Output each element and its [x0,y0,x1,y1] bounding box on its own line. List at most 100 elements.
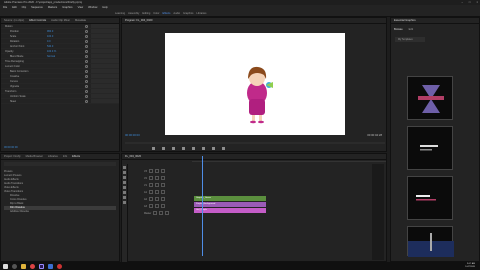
effect-mini-timeline[interactable] [91,34,119,38]
ec-tab[interactable]: Effect Controls [29,18,46,23]
timeline-clip[interactable]: Purple_Background [194,202,266,207]
step-forward-icon[interactable] [192,147,195,150]
premiere-icon[interactable] [39,263,44,269]
effect-property-row[interactable]: Skew [1,99,119,104]
slip-tool-icon[interactable] [123,186,126,189]
keyframe-icon[interactable] [85,34,88,38]
ripple-edit-icon[interactable] [123,176,126,179]
keyframe-icon[interactable] [85,39,88,43]
mute-icon[interactable] [160,204,165,208]
type-tool-icon[interactable] [123,201,126,204]
workspace-tab-editing[interactable]: Editing [142,10,150,17]
project-tab[interactable]: Media Browser [26,154,43,159]
lock-icon[interactable] [148,176,153,180]
lock-icon[interactable] [148,169,153,173]
keyframe-icon[interactable] [85,64,88,68]
keyframe-icon[interactable] [85,29,88,33]
effect-mini-timeline[interactable] [91,54,119,58]
project-tab[interactable]: Effects [72,154,80,159]
keyframe-icon[interactable] [85,44,88,48]
effect-mini-timeline[interactable] [91,64,119,68]
effect-mini-timeline[interactable] [91,79,119,83]
browse-tab[interactable]: Browse [394,28,403,31]
template-thumbnail[interactable] [407,226,454,257]
track-select-icon[interactable] [123,171,126,174]
workspace-tab-audio[interactable]: Audio [173,10,180,17]
timeline-clip[interactable]: Graphic_Green [194,196,266,201]
project-tab[interactable]: Info [63,154,67,159]
keyframe-icon[interactable] [85,69,88,73]
mark-out-icon[interactable] [162,147,165,150]
eye-icon[interactable] [154,169,159,173]
program-tab[interactable]: Program: FL_004_0020 [125,18,152,23]
property-value[interactable]: 100.0 [47,35,53,38]
eye-icon[interactable] [154,176,159,180]
timeline-clip[interactable]: Girl_Purple [194,208,266,213]
track-name[interactable]: V2 [144,177,147,180]
lock-icon[interactable] [148,204,153,208]
property-value[interactable]: 0.0 [47,40,50,43]
track-name[interactable]: V3 [144,170,147,173]
play-icon[interactable] [182,147,185,150]
effect-mini-timeline[interactable] [91,69,119,73]
workspace-tab-learning[interactable]: Learning [115,10,125,17]
effect-controls-timecode[interactable]: 00:00:00:00 [4,146,18,149]
keyframe-icon[interactable] [85,79,88,83]
template-thumbnail[interactable] [407,176,453,220]
eye-icon[interactable] [154,190,159,194]
workspace-tab-assembly[interactable]: Assembly [128,10,139,17]
program-timecode[interactable]: 00:00:00:00 [125,133,140,137]
timeline-tab[interactable]: FL_004_0020 [125,154,141,159]
eye-icon[interactable] [154,183,159,187]
lock-icon[interactable] [148,183,153,187]
keyframe-icon[interactable] [85,59,88,63]
keyframe-icon[interactable] [85,84,88,88]
track-name[interactable]: A1 [144,191,147,194]
effect-mini-timeline[interactable] [91,39,119,43]
pen-tool-icon[interactable] [123,191,126,194]
selection-tool-icon[interactable] [123,166,126,169]
template-thumbnail[interactable] [407,126,453,170]
template-thumbnail[interactable] [407,76,453,120]
edit-tab[interactable]: Edit [409,28,413,31]
track-name[interactable]: V1 [144,184,147,187]
property-value[interactable]: 100.0 % [47,50,56,53]
lock-icon[interactable] [148,197,153,201]
mute-icon[interactable] [160,169,165,173]
ec-tab[interactable]: Audio Clip Mixer [51,18,70,23]
mute-icon[interactable] [160,183,165,187]
mute-icon[interactable] [160,197,165,201]
keyframe-icon[interactable] [85,24,88,28]
app-icon[interactable] [48,263,53,269]
track-name[interactable]: A2 [144,198,147,201]
step-back-icon[interactable] [172,147,175,150]
keyframe-icon[interactable] [85,94,88,98]
time-ruler[interactable] [192,156,386,162]
chrome-icon[interactable] [30,263,35,269]
program-canvas[interactable] [165,33,345,135]
razor-tool-icon[interactable] [123,181,126,184]
system-clock[interactable]: 9:07 AM 10/7/2020 [465,263,475,269]
keyframe-icon[interactable] [85,99,88,103]
ec-tab[interactable]: Metadata [75,18,86,23]
track-name[interactable]: A3 [144,205,147,208]
effect-mini-timeline[interactable] [91,89,119,93]
workspace-tab-color[interactable]: Color [153,10,159,17]
effects-tree-item[interactable]: Additive Dissolve [4,210,116,214]
lock-icon[interactable] [153,211,158,215]
eye-icon[interactable] [154,197,159,201]
export-frame-icon[interactable] [222,147,225,150]
lift-icon[interactable] [202,147,205,150]
workspace-tab-libraries[interactable]: Libraries [196,10,206,17]
property-value[interactable]: 540.0 [47,45,53,48]
effect-mini-timeline[interactable] [91,94,119,98]
mute-icon[interactable] [165,211,170,215]
effect-mini-timeline[interactable] [91,29,119,33]
keyframe-icon[interactable] [85,74,88,78]
eye-icon[interactable] [159,211,164,215]
my-templates-button[interactable]: My Templates [395,37,425,42]
keyframe-icon[interactable] [85,49,88,53]
hand-tool-icon[interactable] [123,196,126,199]
effect-mini-timeline[interactable] [91,44,119,48]
project-tab[interactable]: Libraries [48,154,58,159]
